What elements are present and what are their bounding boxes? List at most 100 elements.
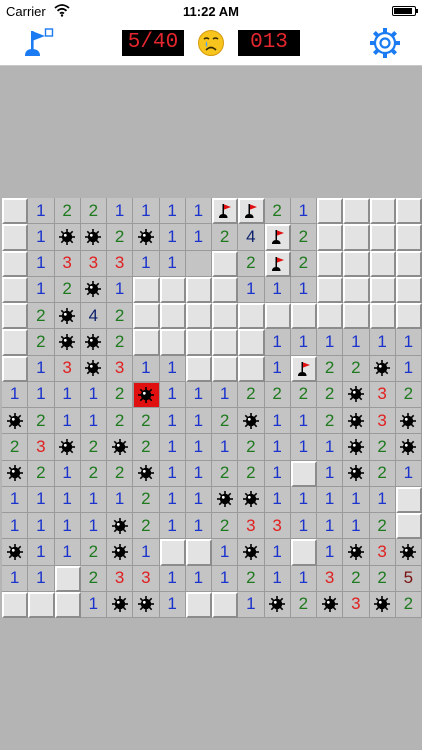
number-cell[interactable]: 1: [28, 486, 55, 513]
number-cell[interactable]: 2: [264, 198, 291, 225]
mine-cell[interactable]: [395, 434, 422, 461]
number-cell[interactable]: 2: [238, 460, 265, 487]
unopened-cell[interactable]: [395, 224, 422, 251]
number-cell[interactable]: 2: [107, 381, 134, 408]
number-cell[interactable]: 3: [369, 381, 396, 408]
unopened-cell[interactable]: [317, 250, 344, 277]
mine-cell[interactable]: [133, 591, 160, 618]
number-cell[interactable]: 1: [343, 329, 370, 356]
unopened-cell[interactable]: [2, 198, 29, 225]
number-cell[interactable]: 2: [317, 408, 344, 435]
number-cell[interactable]: 3: [238, 513, 265, 540]
number-cell[interactable]: 1: [159, 486, 186, 513]
number-cell[interactable]: 1: [80, 486, 107, 513]
number-cell[interactable]: 2: [80, 434, 107, 461]
mine-cell[interactable]: [238, 539, 265, 566]
number-cell[interactable]: 3: [369, 539, 396, 566]
number-cell[interactable]: 1: [238, 276, 265, 303]
number-cell[interactable]: 3: [107, 355, 134, 382]
unopened-cell[interactable]: [54, 565, 81, 592]
number-cell[interactable]: 1: [54, 513, 81, 540]
number-cell[interactable]: 1: [159, 591, 186, 618]
number-cell[interactable]: 1: [290, 276, 317, 303]
number-cell[interactable]: 2: [80, 565, 107, 592]
number-cell[interactable]: 2: [28, 408, 55, 435]
number-cell[interactable]: 1: [290, 408, 317, 435]
number-cell[interactable]: 2: [238, 565, 265, 592]
unopened-cell[interactable]: [369, 198, 396, 225]
mine-cell[interactable]: [2, 539, 29, 566]
flagged-cell[interactable]: [264, 250, 291, 277]
number-cell[interactable]: 1: [185, 486, 212, 513]
number-cell[interactable]: 1: [2, 486, 29, 513]
unopened-cell[interactable]: [2, 329, 29, 356]
number-cell[interactable]: 1: [107, 486, 134, 513]
number-cell[interactable]: 1: [54, 381, 81, 408]
number-cell[interactable]: 1: [185, 408, 212, 435]
unopened-cell[interactable]: [2, 224, 29, 251]
number-cell[interactable]: 1: [2, 513, 29, 540]
mine-cell[interactable]: [343, 408, 370, 435]
number-cell[interactable]: 1: [212, 539, 239, 566]
unopened-cell[interactable]: [212, 276, 239, 303]
number-cell[interactable]: 1: [28, 276, 55, 303]
unopened-cell[interactable]: [395, 486, 422, 513]
number-cell[interactable]: 2: [290, 250, 317, 277]
number-cell[interactable]: 1: [28, 513, 55, 540]
number-cell[interactable]: 2: [133, 434, 160, 461]
number-cell[interactable]: 2: [28, 329, 55, 356]
unopened-cell[interactable]: [290, 460, 317, 487]
number-cell[interactable]: 1: [264, 539, 291, 566]
mine-cell[interactable]: [2, 460, 29, 487]
number-cell[interactable]: 2: [317, 381, 344, 408]
number-cell[interactable]: 1: [317, 434, 344, 461]
unopened-cell[interactable]: [185, 355, 212, 382]
number-cell[interactable]: 2: [290, 381, 317, 408]
unopened-cell[interactable]: [185, 303, 212, 330]
unopened-cell[interactable]: [343, 250, 370, 277]
number-cell[interactable]: 1: [369, 486, 396, 513]
number-cell[interactable]: 1: [159, 460, 186, 487]
mine-cell[interactable]: [395, 408, 422, 435]
mine-cell[interactable]: [212, 486, 239, 513]
number-cell[interactable]: 3: [54, 250, 81, 277]
unopened-cell[interactable]: [343, 198, 370, 225]
number-cell[interactable]: 1: [80, 408, 107, 435]
number-cell[interactable]: 2: [212, 408, 239, 435]
number-cell[interactable]: 2: [212, 513, 239, 540]
mine-cell[interactable]: [369, 355, 396, 382]
number-cell[interactable]: 1: [369, 329, 396, 356]
gear-icon[interactable]: [368, 26, 402, 60]
number-cell[interactable]: 2: [133, 486, 160, 513]
number-cell[interactable]: 1: [54, 408, 81, 435]
number-cell[interactable]: 1: [2, 381, 29, 408]
number-cell[interactable]: 4: [238, 224, 265, 251]
unopened-cell[interactable]: [2, 250, 29, 277]
number-cell[interactable]: 2: [80, 539, 107, 566]
number-cell[interactable]: 2: [107, 408, 134, 435]
number-cell[interactable]: 3: [107, 565, 134, 592]
number-cell[interactable]: 2: [369, 460, 396, 487]
number-cell[interactable]: 2: [369, 434, 396, 461]
flag-mode-icon[interactable]: [22, 28, 54, 58]
number-cell[interactable]: 1: [133, 198, 160, 225]
unopened-cell[interactable]: [343, 224, 370, 251]
number-cell[interactable]: 1: [264, 276, 291, 303]
number-cell[interactable]: 1: [185, 224, 212, 251]
mine-cell[interactable]: [395, 539, 422, 566]
unopened-cell[interactable]: [264, 303, 291, 330]
mine-cell[interactable]: [264, 591, 291, 618]
crying-face-icon[interactable]: [197, 29, 225, 57]
unopened-cell[interactable]: [317, 276, 344, 303]
number-cell[interactable]: 1: [159, 408, 186, 435]
unopened-cell[interactable]: [185, 591, 212, 618]
number-cell[interactable]: 1: [107, 198, 134, 225]
unopened-cell[interactable]: [238, 329, 265, 356]
number-cell[interactable]: 1: [343, 486, 370, 513]
number-cell[interactable]: 1: [343, 513, 370, 540]
mine-cell[interactable]: [80, 355, 107, 382]
mine-cell[interactable]: [133, 224, 160, 251]
number-cell[interactable]: 2: [264, 381, 291, 408]
number-cell[interactable]: 1: [159, 250, 186, 277]
number-cell[interactable]: 2: [238, 434, 265, 461]
